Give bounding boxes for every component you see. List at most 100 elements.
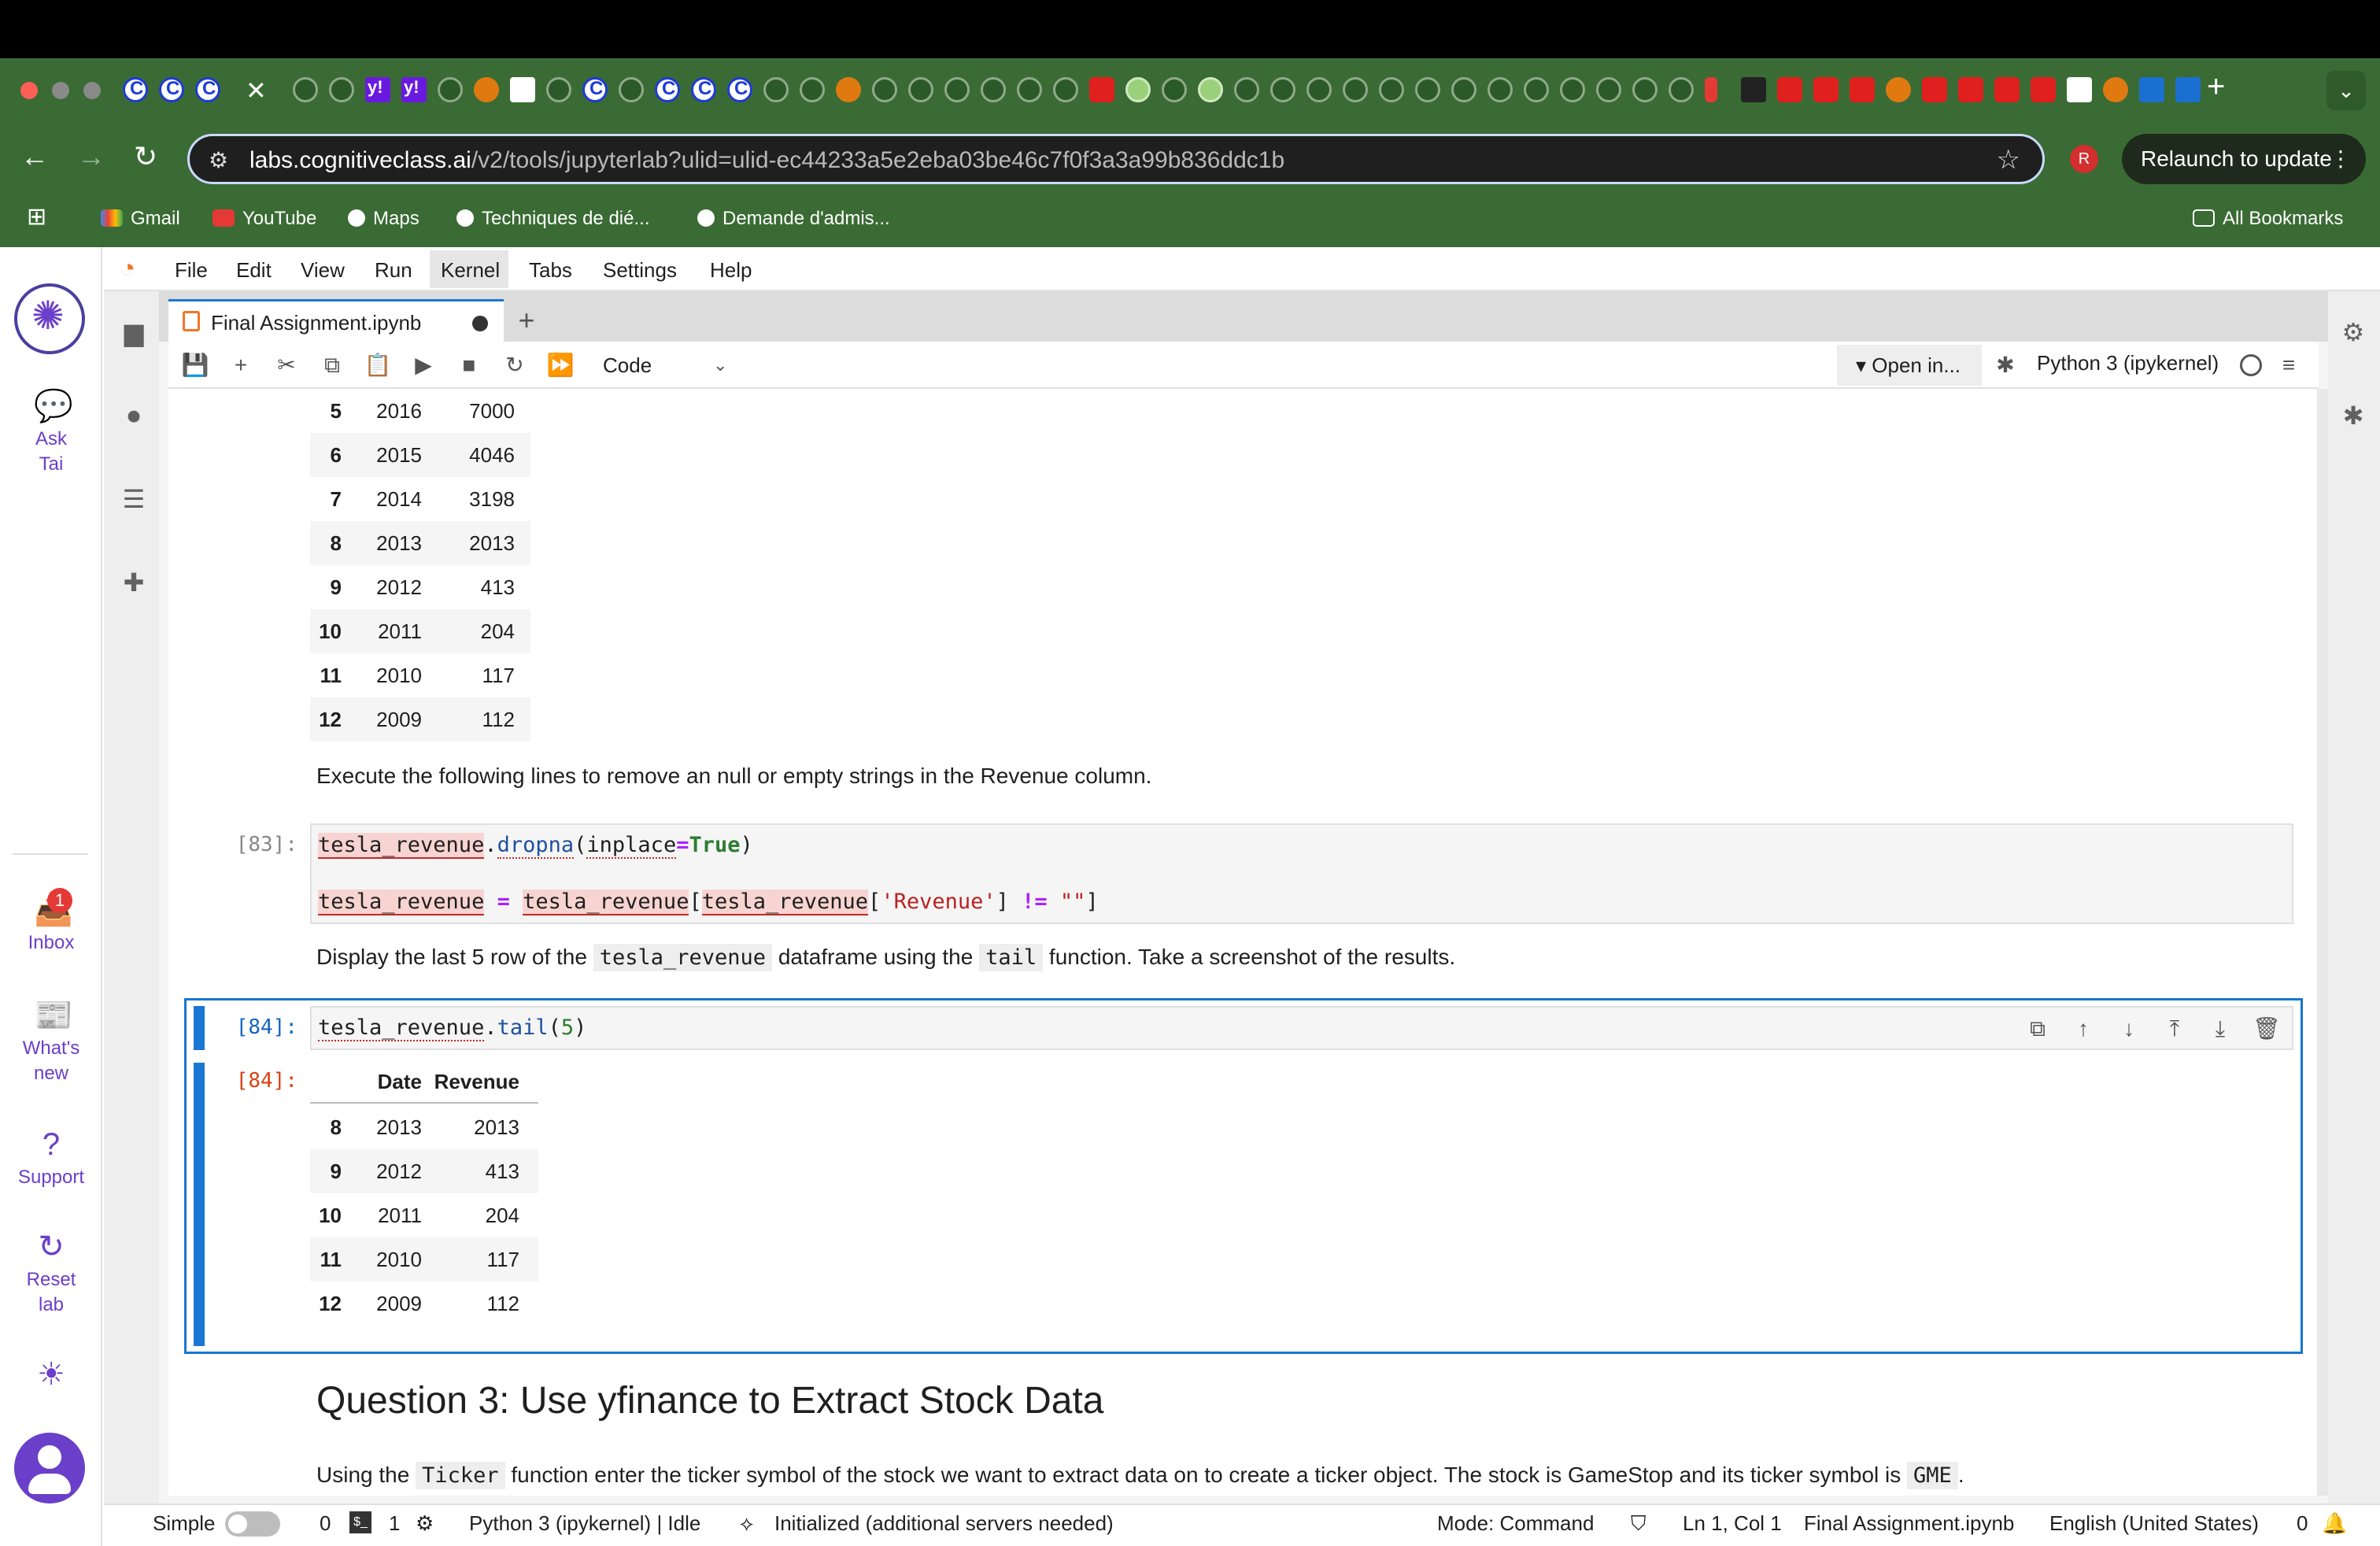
- browser-tab-icon[interactable]: [1524, 77, 1549, 102]
- support-button[interactable]: ? Support: [0, 1127, 102, 1190]
- reset-lab-button[interactable]: ↻ Reset lab: [0, 1230, 102, 1318]
- browser-tab-icon[interactable]: [1560, 77, 1585, 102]
- kernel-name[interactable]: Python 3 (ipykernel): [2037, 351, 2219, 375]
- close-tab-icon[interactable]: ✕: [246, 76, 267, 105]
- browser-tab-icon[interactable]: [582, 77, 608, 102]
- browser-tab-icon[interactable]: [2175, 77, 2201, 102]
- browser-tab-icon[interactable]: [1234, 77, 1259, 102]
- browser-tab-icon[interactable]: [908, 77, 933, 102]
- close-window-button[interactable]: [20, 82, 38, 99]
- browser-tab-icon[interactable]: [1741, 77, 1766, 102]
- insert-above-icon[interactable]: ⤒: [2161, 1015, 2188, 1042]
- new-tab-icon[interactable]: +: [2207, 69, 2225, 105]
- browser-tab-icon[interactable]: [655, 77, 680, 102]
- menu-view[interactable]: View: [301, 258, 345, 283]
- menu-file[interactable]: File: [175, 258, 208, 283]
- menu-tabs[interactable]: Tabs: [529, 258, 572, 283]
- maximize-window-button[interactable]: [83, 82, 101, 99]
- browser-tab-icon[interactable]: [1017, 77, 1042, 102]
- bookmark-gmail[interactable]: Gmail: [101, 208, 180, 230]
- more-menu-icon[interactable]: ⋮: [2330, 134, 2352, 184]
- output-collapser[interactable]: [194, 1063, 205, 1346]
- copy-icon[interactable]: ⧉: [318, 351, 346, 379]
- unsaved-indicator-icon[interactable]: [472, 316, 488, 331]
- back-icon[interactable]: ←: [20, 140, 49, 173]
- paste-icon[interactable]: 📋: [364, 351, 392, 379]
- code-line-1[interactable]: tesla_revenue.dropna(inplace=True): [318, 833, 753, 859]
- whats-new-button[interactable]: 📰 What's new: [0, 998, 102, 1086]
- browser-tab-icon[interactable]: [438, 77, 463, 102]
- browser-tab-icon[interactable]: [1379, 77, 1404, 102]
- code-line-2[interactable]: tesla_revenue = tesla_revenue[tesla_reve…: [318, 890, 1099, 915]
- browser-tab-icon[interactable]: [1705, 77, 1717, 102]
- chevron-down-icon[interactable]: ⌄: [713, 350, 727, 381]
- youtube-tab-icon[interactable]: [1994, 77, 2020, 102]
- yahoo-tab-icon[interactable]: [401, 77, 427, 102]
- gmail-tab-icon[interactable]: [2067, 77, 2092, 102]
- browser-tab-icon[interactable]: [1596, 77, 1621, 102]
- tab-search-icon[interactable]: ⌄: [2326, 71, 2366, 110]
- debugger-bug-icon[interactable]: ✱: [2339, 401, 2367, 430]
- yahoo-tab-icon[interactable]: [365, 77, 390, 102]
- youtube-tab-icon[interactable]: [1850, 77, 1875, 102]
- browser-tab-icon[interactable]: [159, 77, 184, 102]
- lsp-status-text[interactable]: Initialized (additional servers needed): [774, 1511, 1114, 1536]
- code-line-1[interactable]: tesla_revenue.tail(5): [318, 1015, 586, 1041]
- browser-tab-icon[interactable]: [1488, 77, 1513, 102]
- ask-tai-button[interactable]: 💬 Ask Tai: [0, 389, 102, 477]
- code-editor[interactable]: [310, 1006, 2293, 1050]
- kernel-status-text[interactable]: Python 3 (ipykernel) | Idle: [469, 1511, 700, 1536]
- browser-tab-icon[interactable]: [1089, 77, 1114, 102]
- relaunch-button[interactable]: Relaunch to update ⋮: [2122, 134, 2366, 184]
- language-label[interactable]: English (United States): [2049, 1511, 2259, 1536]
- browser-tab-icon[interactable]: [1198, 77, 1223, 102]
- browser-tab-icon[interactable]: [1162, 77, 1187, 102]
- notification-count[interactable]: 0: [2297, 1511, 2308, 1536]
- restart-icon[interactable]: ↻: [501, 351, 529, 379]
- browser-tab-icon[interactable]: [1306, 77, 1332, 102]
- delete-cell-icon[interactable]: 🗑: [2252, 1015, 2281, 1042]
- bookmark-demande[interactable]: Demande d'admis...: [697, 208, 890, 230]
- bookmark-star-icon[interactable]: ☆: [1997, 144, 2020, 176]
- simple-mode-toggle[interactable]: [225, 1511, 280, 1537]
- browser-tab-icon[interactable]: [1125, 77, 1151, 102]
- open-in-button[interactable]: ▾ Open in...: [1837, 345, 1982, 386]
- browser-tab-icon[interactable]: [836, 77, 861, 102]
- debugger-icon[interactable]: ✱: [1991, 351, 2020, 379]
- property-inspector-gear-icon[interactable]: ⚙: [2339, 318, 2367, 346]
- youtube-tab-icon[interactable]: [2031, 77, 2056, 102]
- browser-tab-icon[interactable]: [981, 77, 1006, 102]
- minimize-window-button[interactable]: [52, 82, 69, 99]
- browser-tab-icon[interactable]: [872, 77, 897, 102]
- browser-tab-icon[interactable]: [510, 77, 535, 102]
- duplicate-cell-icon[interactable]: ⧉: [2024, 1015, 2051, 1042]
- menu-help[interactable]: Help: [710, 258, 752, 283]
- restart-run-all-icon[interactable]: ⏩: [546, 351, 575, 379]
- address-bar[interactable]: ⚙ labs.cognitiveclass.ai/v2/tools/jupyte…: [187, 134, 2045, 184]
- bell-icon[interactable]: 🔔: [2322, 1511, 2347, 1536]
- browser-tab-icon[interactable]: [944, 77, 970, 102]
- document-tab[interactable]: Final Assignment.ipynb: [168, 299, 504, 342]
- move-up-icon[interactable]: ↑: [2070, 1015, 2097, 1042]
- skills-network-logo[interactable]: [14, 283, 85, 354]
- browser-tab-icon[interactable]: [1669, 77, 1694, 102]
- browser-tab-icon[interactable]: [1886, 77, 1911, 102]
- kernel-count[interactable]: 1: [389, 1511, 400, 1536]
- run-icon[interactable]: ▶: [409, 351, 438, 379]
- browser-tab-icon[interactable]: [1451, 77, 1476, 102]
- browser-tab-icon[interactable]: [546, 77, 571, 102]
- file-browser-folder-icon[interactable]: ▆: [120, 318, 148, 346]
- browser-tab-icon[interactable]: [1632, 77, 1658, 102]
- site-settings-icon[interactable]: ⚙: [209, 147, 228, 173]
- save-icon[interactable]: 💾: [181, 351, 209, 379]
- url-text[interactable]: labs.cognitiveclass.ai/v2/tools/jupyterl…: [249, 147, 1284, 174]
- running-sessions-icon[interactable]: ⏺: [120, 401, 148, 430]
- menu-settings[interactable]: Settings: [603, 258, 677, 283]
- youtube-tab-icon[interactable]: [1813, 77, 1839, 102]
- input-collapser[interactable]: [194, 1006, 205, 1050]
- bookmark-youtube[interactable]: YouTube: [213, 208, 316, 230]
- reload-icon[interactable]: ↻: [134, 140, 157, 173]
- browser-tab-icon[interactable]: [329, 77, 354, 102]
- apps-grid-icon[interactable]: ⊞: [27, 203, 46, 231]
- menu-run[interactable]: Run: [375, 258, 412, 283]
